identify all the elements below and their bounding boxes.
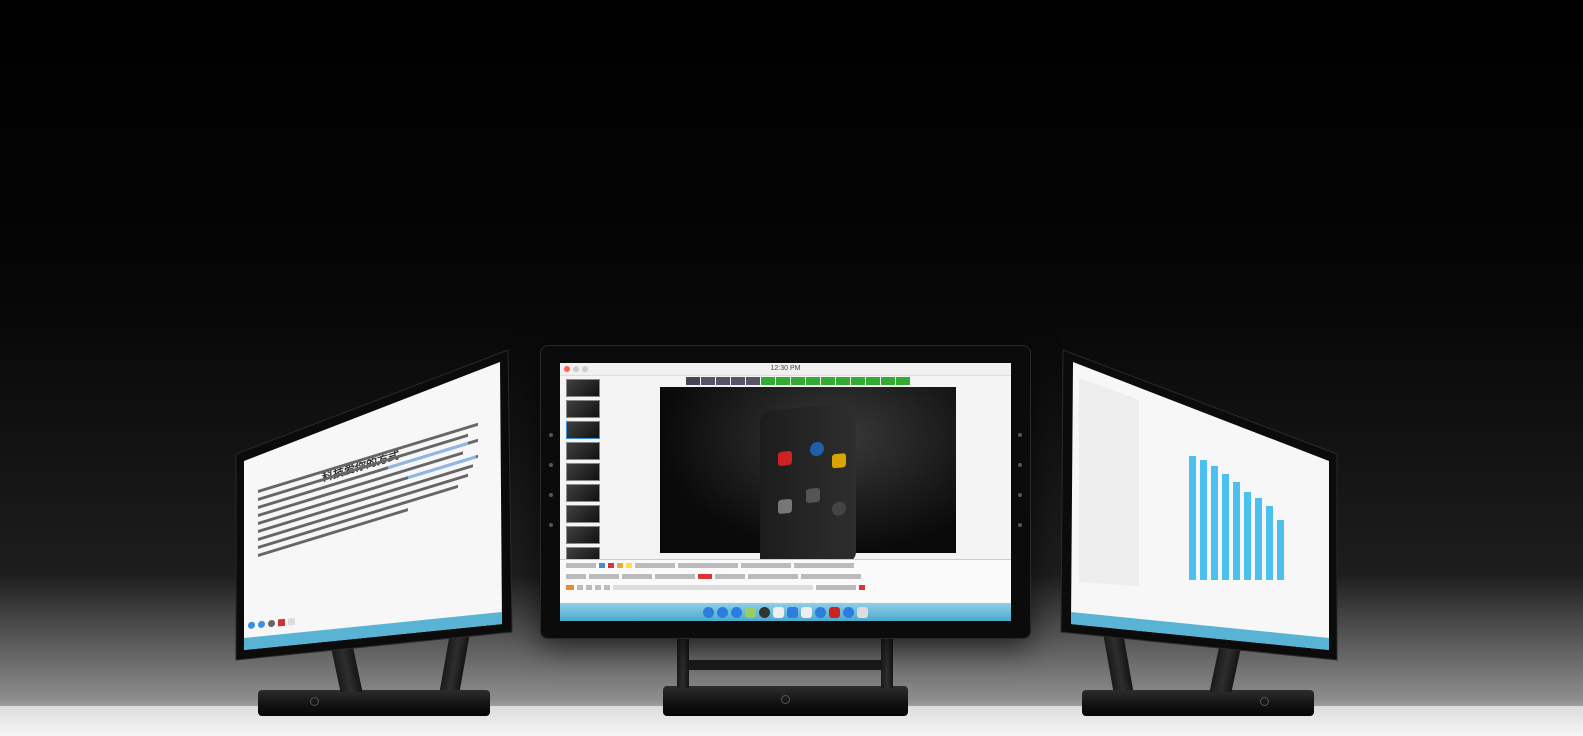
phone-image xyxy=(760,401,856,573)
center-screen: 12:30 PM xyxy=(560,363,1011,621)
clock: 12:30 PM xyxy=(770,365,801,372)
mail-icon[interactable] xyxy=(731,606,742,618)
slide-filmstrip[interactable] xyxy=(686,377,910,385)
left-base-unit xyxy=(258,690,681,716)
center-base-unit xyxy=(663,686,908,716)
notes-icon[interactable] xyxy=(759,606,770,618)
calendar-icon[interactable] xyxy=(773,606,784,618)
left-monitor xyxy=(235,349,513,661)
slide-thumbnail[interactable] xyxy=(566,484,600,502)
finder-icon[interactable] xyxy=(703,606,714,618)
menu-bar: 12:30 PM xyxy=(560,363,1011,376)
power-button xyxy=(310,697,319,706)
right-monitor xyxy=(1060,349,1338,661)
slide-canvas[interactable] xyxy=(660,387,956,573)
format-toolbar[interactable] xyxy=(560,559,1011,602)
center-stand-arm-left xyxy=(677,636,689,688)
app-icon[interactable] xyxy=(829,606,840,618)
photos-icon[interactable] xyxy=(745,606,756,618)
slide-thumbnail[interactable] xyxy=(566,505,600,523)
power-button xyxy=(1260,697,1269,706)
slide-thumbnail[interactable] xyxy=(566,463,600,481)
app-icon[interactable] xyxy=(843,606,854,618)
center-monitor: 12:30 PM xyxy=(540,345,1031,639)
product-scene: 科技爱你的方式 12:30 PM xyxy=(0,0,1583,736)
power-button xyxy=(781,695,790,704)
slide-thumbnail[interactable] xyxy=(566,400,600,418)
slide-thumbnail[interactable] xyxy=(566,442,600,460)
safari-icon[interactable] xyxy=(717,606,728,618)
window-controls[interactable] xyxy=(564,366,588,372)
slide-thumbnail[interactable] xyxy=(566,421,600,439)
slide-thumbnail-list[interactable] xyxy=(566,379,600,568)
store-icon[interactable] xyxy=(801,606,812,618)
center-dock[interactable] xyxy=(560,603,1011,621)
slide-thumbnail[interactable] xyxy=(566,379,600,397)
right-base-unit xyxy=(1082,690,1314,716)
slide-thumbnail[interactable] xyxy=(566,526,600,544)
settings-icon[interactable] xyxy=(815,606,826,618)
center-stand-arm-right xyxy=(881,636,893,688)
trash-icon[interactable] xyxy=(857,606,868,618)
music-icon[interactable] xyxy=(787,606,798,618)
